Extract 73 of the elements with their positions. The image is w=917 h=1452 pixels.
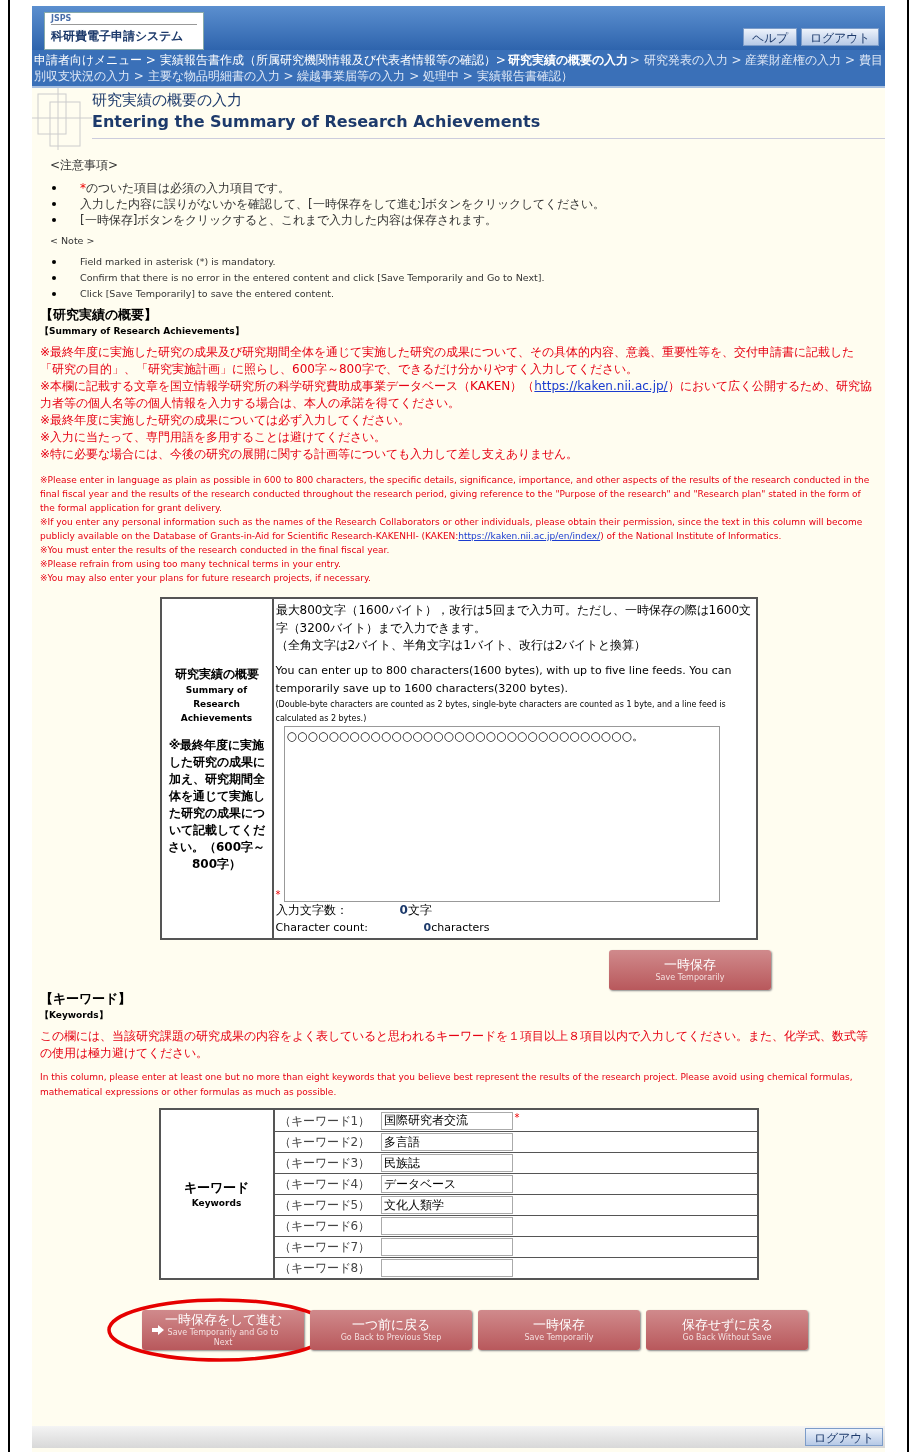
note-text: *のついた項目は必須の入力項目です。 (80, 180, 290, 196)
note-text: Click [Save Temporarily] to save the entered content. (80, 287, 334, 302)
bullet-icon (52, 218, 56, 222)
header-button[interactable]: ログアウト (801, 28, 879, 46)
required-mark: * (514, 1111, 520, 1126)
instruction-text: In this column, please enter at least one but no more than eight keywords that you believe best represent the results of the research project. Please avoid using chemical formulas, mathematical expressions or other formulas as much as possible. (40, 1071, 854, 1100)
section-heading-ja: 【キーワード】 (40, 990, 132, 1009)
notes-heading: < Note > (50, 234, 96, 248)
keyword-label: （キーワード2） (277, 1134, 372, 1152)
instruction-text: ※最終年度に実施した研究の成果及び研究期間全体を通じて実施した研究の成果について、その具体的内容、意義、重要性等を、交付申請書に記載した「研究の目的」、「研究実施計画」に照らし、600字～800字で、できるだけ分かりやすく入力してください。 (40, 344, 856, 379)
keyword-input[interactable]: 国際研究者交流 (380, 1111, 513, 1130)
field-label-ja: 研究実績の概要 (174, 665, 259, 683)
section-heading: 【Keywords】 (40, 1009, 109, 1023)
notes-heading: <注意事項> (50, 157, 120, 174)
page-title-ja: 研究実績の概要の入力 (92, 90, 243, 110)
keyword-input[interactable] (380, 1259, 513, 1278)
keyword-input[interactable] (380, 1217, 513, 1236)
instruction-text: ※Please refrain from using too many technical terms in your entry. (40, 558, 342, 572)
bullet-icon (52, 292, 56, 297)
instruction-text: ※You may also enter your plans for future research projects, if necessary. (40, 572, 372, 586)
keyword-label: （キーワード1） (277, 1112, 372, 1130)
page-title: Entering the Summary of Research Achievements (92, 111, 542, 133)
bytes-text-ja: （全角文字は2バイト、半角文字は1バイト、改行は2バイトと換算） (275, 637, 648, 655)
instruction-text: ※入力に当たって、専門用語を多用することは避けてください。 (40, 429, 388, 447)
note-text: [一時保存]ボタンをクリックすると、これまで入力した内容は保存されます。 (80, 212, 498, 228)
keywords-label: Keywords (191, 1197, 242, 1211)
keyword-label: （キーワード6） (277, 1218, 372, 1236)
keyword-input[interactable]: データベース (380, 1175, 513, 1194)
keyword-input[interactable]: 民族誌 (380, 1154, 513, 1173)
limit-text: You can enter up to 800 characters(1600 bytes), with up to five line feeds. You can temporarily save up to 1600 characters(3200 bytes). (275, 663, 733, 698)
section-heading-ja: 【研究実績の概要】 (40, 306, 158, 325)
count-value: 0characters (423, 920, 490, 937)
note-text: 入力した内容に誤りがないかを確認して、[一時保存をして進む]ボタンをクリックしてください。 (80, 196, 606, 212)
instruction-text: ※本欄に記載する文章を国立情報学研究所の科学研究費助成事業データベース（KAKEN）（https://kaken.nii.ac.jp/）において広く公開するため、研究協力者等の個人名等の個人情報を入力する場合は、本人の承諾を得てください。 (40, 378, 873, 413)
arrow-right-icon (152, 1325, 164, 1336)
limit-text-ja: 最大800文字（1600バイト），改行は5回まで入力可。ただし、一時保存の際は1600文字（3200バイト）まで入力できます。 (275, 602, 753, 638)
field-note: ※最終年度に実施した研究の成果に加え、研究期間全体を通じて実施した研究の成果について記載してください。（600字～800字） (166, 736, 267, 873)
instruction-text: ※Please enter in language as plain as possible in 600 to 800 characters, the specific details, significance, importance, and other aspects of the results of the research conducted in the final fiscal year and the results of the research conducted throughout the research period, giving reference to the "Purpose of the research" and "Research plan" stated in the form of the formal application for grant delivery. (40, 474, 871, 516)
keyword-input[interactable]: 多言語 (380, 1133, 513, 1152)
count-label-ja: 入力文字数： (275, 902, 349, 920)
keyword-label: （キーワード8） (277, 1260, 372, 1278)
required-mark: * (275, 888, 282, 903)
instruction-text: この欄には、当該研究課題の研究成果の内容をよく表していると思われるキーワードを１項目以上８項目以内で入力してください。また、化学式、数式等の使用は極力避けてください。 (40, 1028, 869, 1063)
logout-button[interactable]: ログアウト (805, 1428, 883, 1446)
instruction-text: ※特に必要な場合には、今後の研究の展開に関する計画等についても入力して差し支えありません。 (40, 446, 580, 464)
bullet-icon (52, 260, 56, 265)
keywords-label-ja: キーワード (184, 1178, 249, 1197)
keyword-label: （キーワード5） (277, 1197, 372, 1215)
bullet-icon (52, 202, 56, 206)
section-heading: 【Summary of Research Achievements】 (40, 325, 245, 339)
breadcrumb: 申請者向けメニュー > 実績報告書作成（所属研究機関情報及び代表者情報等の確認）> 研究実績の概要の入力 > 研究発表の入力 > 産業財産権の入力 > 費目別収支状況の入力 > 主要な物品明細書の入力 > 繰越事業届等の入力 > 処理中 > 実績報告書確認） (32, 50, 885, 88)
count-value-ja: 0文字 (399, 902, 432, 920)
bullet-icon (52, 276, 56, 281)
keyword-input[interactable]: 文化人類学 (380, 1196, 513, 1215)
summary-textarea[interactable]: ○○○○○○○○○○○○○○○○○○○○○○○○○○○○○○○○○。 (283, 726, 720, 903)
bytes-text: (Double-byte characters are counted as 2 bytes, single-byte characters are counted as 1 byte, and a line feed is calculated as 2 bytes.) (275, 699, 727, 726)
keyword-input[interactable] (380, 1238, 513, 1257)
instruction-text: ※If you enter any personal information such as the names of the Research Collaborators or other individuals, please obtain their permission, since the text in this column will become publicly available on the Database of Grants-in-Aid for Scientific Research-KAKENHI- (KAKEN:https://kaken.nii.ac.jp/en/index/) of the National Institute of Informatics. (40, 516, 864, 544)
keyword-label: （キーワード3） (277, 1155, 372, 1173)
note-text: Confirm that there is no error in the entered content and click [Save Temporarily and Go to Next]. (80, 271, 545, 286)
field-label: Summary of Research Achievements (179, 683, 254, 725)
org-name: JSPS (51, 13, 197, 25)
header-button[interactable]: ヘルプ (743, 28, 797, 46)
instruction-text: ※最終年度に実施した研究の成果については必ず入力してください。 (40, 412, 412, 430)
system-name: 科研費電子申請システム (51, 28, 184, 45)
kaken-link[interactable]: https://kaken.nii.ac.jp/ (534, 379, 668, 394)
keyword-label: （キーワード7） (277, 1239, 372, 1257)
instruction-text: ※You must enter the results of the research conducted in the final fiscal year. (40, 544, 391, 558)
count-label: Character count: (275, 920, 370, 937)
bullet-icon (52, 186, 56, 190)
keyword-label: （キーワード4） (277, 1176, 372, 1194)
grid-pattern-icon (32, 88, 92, 150)
note-text: Field marked in asterisk (*) is mandatory. (80, 255, 276, 270)
